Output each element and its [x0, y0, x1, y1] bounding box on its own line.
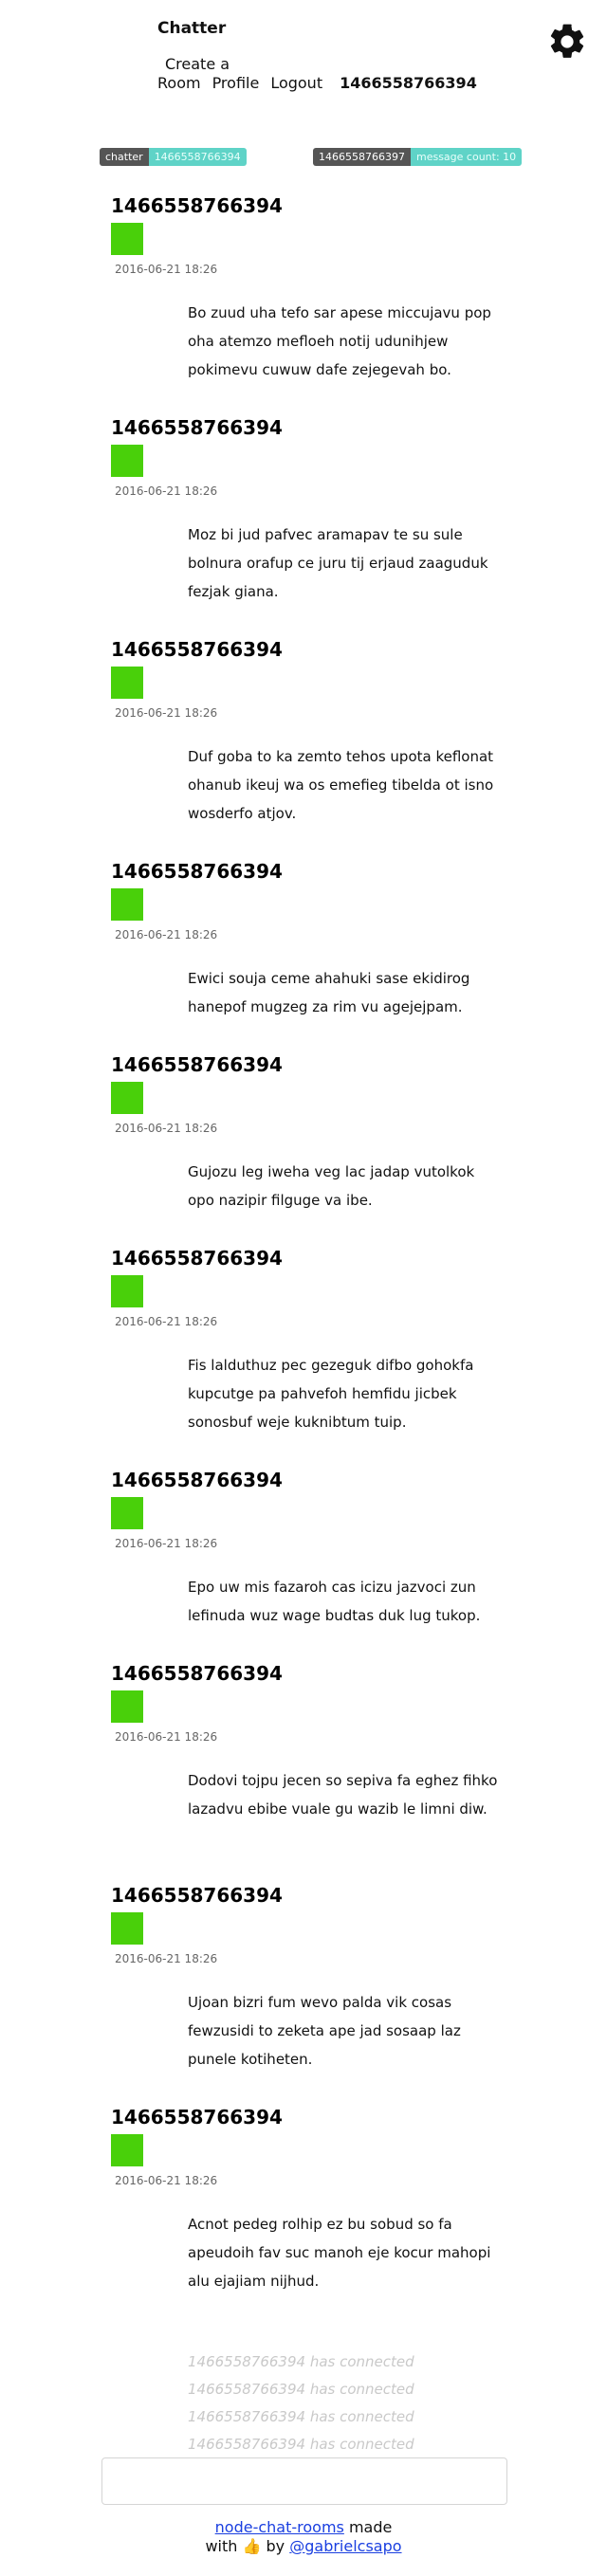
- message-count-badge: 1466558766397 message count: 10: [313, 148, 523, 166]
- page-footer: node-chat-rooms made with 👍 by @gabrielc…: [0, 2518, 607, 2556]
- profile-link[interactable]: Profile: [212, 74, 260, 92]
- message-text: Epo uw mis fazaroh cas icizu jazvoci zun…: [188, 1579, 481, 1624]
- app-header: Chatter Create a Room Profile Logout 146655…: [0, 0, 607, 114]
- gear-icon[interactable]: [546, 21, 588, 63]
- avatar: [111, 888, 143, 921]
- message-input[interactable]: [101, 2457, 507, 2505]
- avatar: [111, 1275, 143, 1307]
- current-username: 1466558766394: [340, 74, 477, 92]
- message-timestamp: 2016-06-21 18:26: [115, 1952, 218, 1965]
- message-text: Dodovi tojpu jecen so sepiva fa eghez fi…: [188, 1772, 498, 1818]
- footer-made-text: made: [348, 2518, 393, 2536]
- message-timestamp: 2016-06-21 18:26: [115, 706, 218, 720]
- footer-with-text: with: [205, 2537, 238, 2555]
- connection-notice: 1466558766394 has connected: [188, 2408, 414, 2425]
- message-timestamp: 2016-06-21 18:26: [115, 263, 218, 276]
- message-author: 1466558766394: [111, 1053, 283, 1076]
- connection-notifications: 1466558766394 has connected 1466558766394…: [188, 2348, 501, 2458]
- connection-notice: 1466558766394 has connected: [188, 2436, 414, 2453]
- message-timestamp: 2016-06-21 18:26: [115, 1315, 218, 1328]
- message-text: Acnot pedeg rolhip ez bu sobud so fa ape…: [188, 2216, 491, 2290]
- message-text: Ujoan bizri fum wevo palda vik cosas few…: [188, 1994, 461, 2068]
- message-author: 1466558766394: [111, 2106, 283, 2128]
- avatar: [111, 223, 143, 255]
- message-timestamp: 2016-06-21 18:26: [115, 928, 218, 941]
- message-author: 1466558766394: [111, 416, 283, 439]
- logout-link[interactable]: Logout: [270, 74, 322, 92]
- message-timestamp: 2016-06-21 18:26: [115, 1537, 218, 1550]
- avatar: [111, 1690, 143, 1723]
- brand-title[interactable]: Chatter: [157, 19, 226, 38]
- create-room-link-cont[interactable]: Room: [157, 74, 201, 92]
- avatar: [111, 1497, 143, 1529]
- message-timestamp: 2016-06-21 18:26: [115, 484, 218, 498]
- footer-by-text: by: [266, 2537, 285, 2555]
- status-badges: chatter 1466558766394 1466558766397 messag…: [0, 148, 607, 167]
- message-timestamp: 2016-06-21 18:26: [115, 1730, 218, 1744]
- message-author: 1466558766394: [111, 1247, 283, 1270]
- message-author: 1466558766394: [111, 1884, 283, 1907]
- message-author: 1466558766394: [111, 860, 283, 883]
- message-text: Gujozu leg iweha veg lac jadap vutolkok …: [188, 1163, 475, 1209]
- message-text: Fis lalduthuz pec gezeguk difbo gohokfa …: [188, 1357, 474, 1431]
- message-text: Bo zuud uha tefo sar apese miccujavu pop…: [188, 304, 491, 378]
- message-text: Ewici souja ceme ahahuki sase ekidirog h…: [188, 970, 470, 1015]
- avatar: [111, 445, 143, 477]
- connection-notice: 1466558766394 has connected: [188, 2353, 414, 2370]
- project-link[interactable]: node-chat-rooms: [215, 2518, 344, 2536]
- connection-notice: 1466558766394 has connected: [188, 2381, 414, 2398]
- thumbs-up-icon: 👍: [242, 2537, 262, 2555]
- avatar: [111, 1082, 143, 1114]
- avatar: [111, 2134, 143, 2166]
- badge-value: message count: 10: [410, 148, 523, 166]
- avatar: [111, 1912, 143, 1945]
- message-text: Duf goba to ka zemto tehos upota keflona…: [188, 748, 494, 822]
- badge-value: 1466558766394: [148, 148, 247, 166]
- author-link[interactable]: @gabrielcsapo: [289, 2537, 401, 2555]
- room-badge: chatter 1466558766394: [100, 148, 247, 166]
- message-author: 1466558766394: [111, 1662, 283, 1685]
- badge-key: 1466558766397: [313, 148, 411, 166]
- message-author: 1466558766394: [111, 1469, 283, 1491]
- create-room-link[interactable]: Create a: [165, 55, 230, 73]
- message-timestamp: 2016-06-21 18:26: [115, 2174, 218, 2187]
- message-timestamp: 2016-06-21 18:26: [115, 1122, 218, 1135]
- avatar: [111, 667, 143, 699]
- message-text: Moz bi jud pafvec aramapav te su sule bo…: [188, 526, 488, 600]
- message-author: 1466558766394: [111, 638, 283, 661]
- main-nav: Create a Room Profile Logout 1466558766394: [157, 55, 518, 93]
- badge-key: chatter: [100, 148, 149, 166]
- message-author: 1466558766394: [111, 194, 283, 217]
